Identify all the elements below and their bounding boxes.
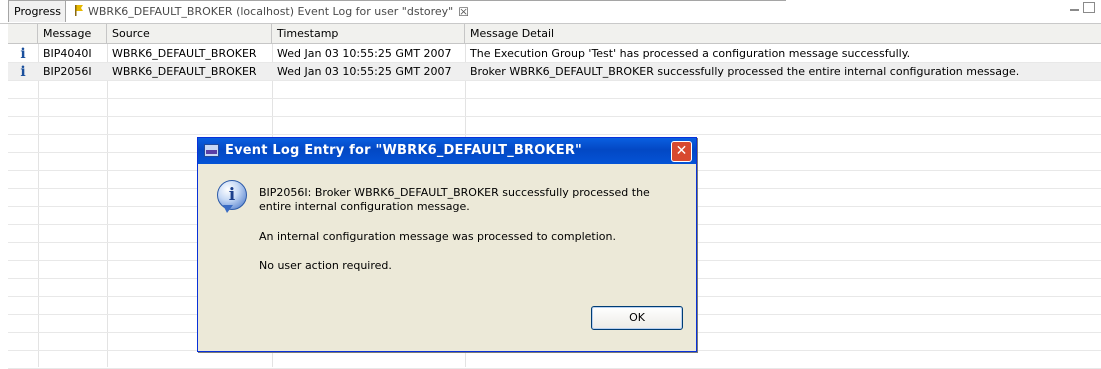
tab-event-log-label: WBRK6_DEFAULT_BROKER (localhost) Event L…: [88, 5, 454, 18]
information-icon: i: [217, 180, 247, 213]
dialog-explanation: An internal configuration message was pr…: [259, 230, 616, 243]
dialog-titlebar[interactable]: Event Log Entry for "WBRK6_DEFAULT_BROKE…: [198, 138, 696, 164]
tab-event-log[interactable]: WBRK6_DEFAULT_BROKER (localhost) Event L…: [66, 0, 786, 22]
header-message-detail[interactable]: Message Detail: [465, 24, 1101, 44]
view-tab-strip: Progress WBRK6_DEFAULT_BROKER (localhost…: [0, 0, 1101, 24]
row-detail: The Execution Group 'Test' has processed…: [470, 47, 911, 60]
info-icon: i: [20, 64, 26, 80]
empty-row: [8, 351, 1101, 369]
empty-row: [8, 81, 1101, 99]
row-source: WBRK6_DEFAULT_BROKER: [112, 65, 257, 78]
tab-progress-label: Progress: [14, 5, 61, 18]
dialog-close-button[interactable]: ✕: [671, 141, 692, 162]
row-detail: Broker WBRK6_DEFAULT_BROKER successfully…: [470, 65, 1020, 78]
info-icon: i: [20, 46, 26, 62]
maximize-icon[interactable]: [1083, 2, 1095, 13]
row-timestamp: Wed Jan 03 10:55:25 GMT 2007: [277, 65, 452, 78]
row-message: BIP4040I: [43, 47, 92, 60]
row-message: BIP2056I: [43, 65, 92, 78]
header-source[interactable]: Source: [107, 24, 272, 44]
dialog-message-line: entire internal configuration message.: [259, 200, 470, 213]
header-timestamp[interactable]: Timestamp: [272, 24, 465, 44]
app-window-icon: [204, 144, 219, 157]
dialog-message-line: BIP2056I: Broker WBRK6_DEFAULT_BROKER su…: [259, 186, 650, 199]
header-icon-column[interactable]: [8, 24, 38, 44]
table-row-selected[interactable]: i BIP2056I WBRK6_DEFAULT_BROKER Wed Jan …: [8, 63, 1101, 81]
table-row[interactable]: i BIP4040I WBRK6_DEFAULT_BROKER Wed Jan …: [8, 45, 1101, 63]
header-message[interactable]: Message: [38, 24, 107, 44]
tab-progress[interactable]: Progress: [8, 0, 66, 22]
view-controls: [1070, 2, 1095, 13]
minimize-icon[interactable]: [1070, 8, 1079, 11]
dialog-title: Event Log Entry for "WBRK6_DEFAULT_BROKE…: [225, 143, 583, 158]
flag-icon: [74, 4, 84, 19]
tab-close-icon[interactable]: ☒: [458, 5, 469, 19]
row-source: WBRK6_DEFAULT_BROKER: [112, 47, 257, 60]
dialog-user-response: No user action required.: [259, 259, 392, 272]
ok-button[interactable]: OK: [591, 306, 683, 330]
empty-row: [8, 99, 1101, 117]
event-log-entry-dialog: Event Log Entry for "WBRK6_DEFAULT_BROKE…: [197, 137, 697, 352]
row-timestamp: Wed Jan 03 10:55:25 GMT 2007: [277, 47, 452, 60]
table-header: Message Source Timestamp Message Detail: [8, 24, 1101, 44]
empty-row: [8, 117, 1101, 135]
